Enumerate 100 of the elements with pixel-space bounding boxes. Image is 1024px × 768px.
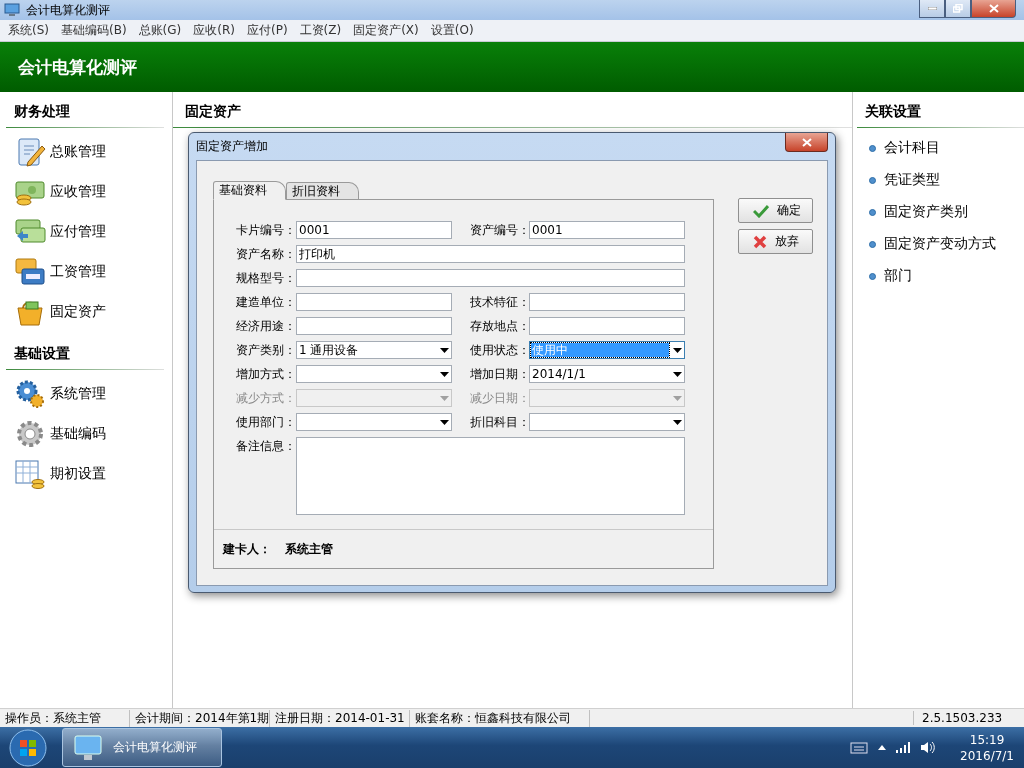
status-text: 会计期间：2014年第1期 (130, 709, 270, 727)
caret-icon (440, 347, 449, 353)
field-label: 建造单位： (236, 294, 296, 311)
restore-icon (953, 4, 963, 13)
caret-icon (673, 419, 682, 425)
section-title: 基础设置 (6, 342, 164, 370)
link-item[interactable]: 凭证类型 (884, 171, 940, 189)
bullet-icon (869, 208, 876, 216)
bullet-icon (869, 176, 876, 184)
section-title: 关联设置 (857, 100, 1024, 128)
menu-item[interactable]: 设置(O) (424, 22, 480, 39)
tab[interactable]: 基础资料 (213, 181, 286, 200)
input-field[interactable] (296, 269, 685, 287)
caret-icon (440, 371, 449, 377)
monitor-icon (73, 733, 103, 762)
cancel-button[interactable]: 放弃 (738, 229, 813, 254)
sidebar-item[interactable]: 工资管理 (50, 263, 106, 281)
dialog-title: 固定资产增加 (196, 138, 268, 155)
panel-title: 固定资产 (173, 100, 852, 128)
bullet-icon (869, 272, 876, 280)
tab[interactable]: 折旧资料 (286, 182, 359, 199)
clock-time: 15:19 (969, 731, 1005, 748)
status-text: 注册日期：2014-01-31 (270, 709, 410, 727)
field-label: 资产类别： (236, 342, 296, 359)
minimize-button[interactable] (919, 0, 945, 18)
checkmark-icon (753, 203, 769, 218)
sidebar-item[interactable]: 系统管理 (50, 385, 106, 403)
up-arrow-icon[interactable] (878, 745, 887, 750)
field-label: 存放地点： (469, 318, 529, 335)
field-label: 使用部门： (236, 414, 296, 431)
field-value: 系统主管 (285, 540, 333, 558)
field-label: 建卡人： (223, 540, 271, 558)
dropdown[interactable] (296, 413, 452, 431)
bullet-icon (869, 240, 876, 248)
menu-item[interactable]: 总账(G) (132, 22, 188, 39)
link-item[interactable]: 固定资产变动方式 (884, 235, 996, 253)
clock-date: 2016/7/1 (960, 747, 1014, 764)
input-field[interactable] (296, 317, 452, 335)
caret-icon (673, 347, 682, 353)
clock[interactable]: 15:19 2016/7/1 (960, 731, 1014, 764)
start-button[interactable] (8, 727, 48, 768)
section-title: 财务处理 (6, 100, 164, 128)
close-icon (801, 137, 812, 147)
field-label: 减少日期： (469, 390, 529, 407)
volume-icon[interactable] (920, 741, 937, 754)
sidebar-item[interactable]: 应付管理 (50, 223, 106, 241)
app-title: 会计电算化测评 (18, 55, 137, 79)
input-field[interactable] (529, 317, 685, 335)
caret-icon (440, 395, 449, 401)
field-label: 资产名称： (236, 246, 296, 263)
menu-item[interactable]: 工资(Z) (293, 22, 348, 39)
field-label: 备注信息： (236, 438, 296, 455)
link-item[interactable]: 会计科目 (884, 139, 940, 157)
gears-icon (14, 378, 46, 410)
status-text: 操作员：系统主管 (0, 709, 130, 727)
restore-button[interactable] (945, 0, 971, 18)
dropdown[interactable]: 2014/1/1 (529, 365, 685, 383)
confirm-button[interactable]: 确定 (738, 198, 813, 223)
field-label: 经济用途： (236, 318, 296, 335)
menu-item[interactable]: 系统(S) (2, 22, 55, 39)
input-field[interactable]: 0001 (529, 221, 685, 239)
close-button[interactable] (785, 133, 828, 152)
field-label: 折旧科目： (469, 414, 529, 431)
window-title: 会计电算化测评 (26, 1, 110, 19)
input-field[interactable] (529, 293, 685, 311)
table-coins-icon (14, 458, 46, 490)
version-text: 2.5.1503.233 (913, 711, 1024, 725)
sidebar-item[interactable]: 固定资产 (50, 303, 106, 321)
close-button[interactable] (971, 0, 1016, 18)
menu-item[interactable]: 应付(P) (240, 22, 294, 39)
dropdown[interactable]: 1 通用设备 (296, 341, 452, 359)
signal-icon[interactable] (896, 742, 911, 753)
cross-icon (753, 234, 767, 249)
caret-icon (440, 419, 449, 425)
menu-item[interactable]: 基础编码(B) (55, 22, 133, 39)
field-label: 卡片编号： (236, 222, 296, 239)
link-item[interactable]: 部门 (884, 267, 912, 285)
field-label: 增加方式： (236, 366, 296, 383)
input-field[interactable]: 打印机 (296, 245, 685, 263)
sidebar-item[interactable]: 总账管理 (50, 143, 106, 161)
link-item[interactable]: 固定资产类别 (884, 203, 968, 221)
field-label: 减少方式： (236, 390, 296, 407)
minimize-icon (927, 7, 937, 10)
field-label: 使用状态： (469, 342, 529, 359)
text-area[interactable] (296, 437, 685, 515)
gear-icon (14, 418, 46, 450)
input-field[interactable]: 0001 (296, 221, 452, 239)
menu-item[interactable]: 应收(R) (187, 22, 241, 39)
sidebar-item[interactable]: 应收管理 (50, 183, 106, 201)
sidebar-item[interactable]: 基础编码 (50, 425, 106, 443)
keyboard-icon[interactable] (850, 741, 869, 754)
input-field[interactable] (296, 293, 452, 311)
taskbar-button[interactable]: 会计电算化测评 (62, 728, 222, 767)
field-label: 规格型号： (236, 270, 296, 287)
menu-item[interactable]: 固定资产(X) (347, 22, 425, 39)
sidebar-item[interactable]: 期初设置 (50, 465, 106, 483)
app-monitor-icon (4, 3, 20, 17)
cards-icon (14, 256, 46, 288)
dropdown[interactable] (296, 365, 452, 383)
dropdown[interactable] (529, 413, 685, 431)
